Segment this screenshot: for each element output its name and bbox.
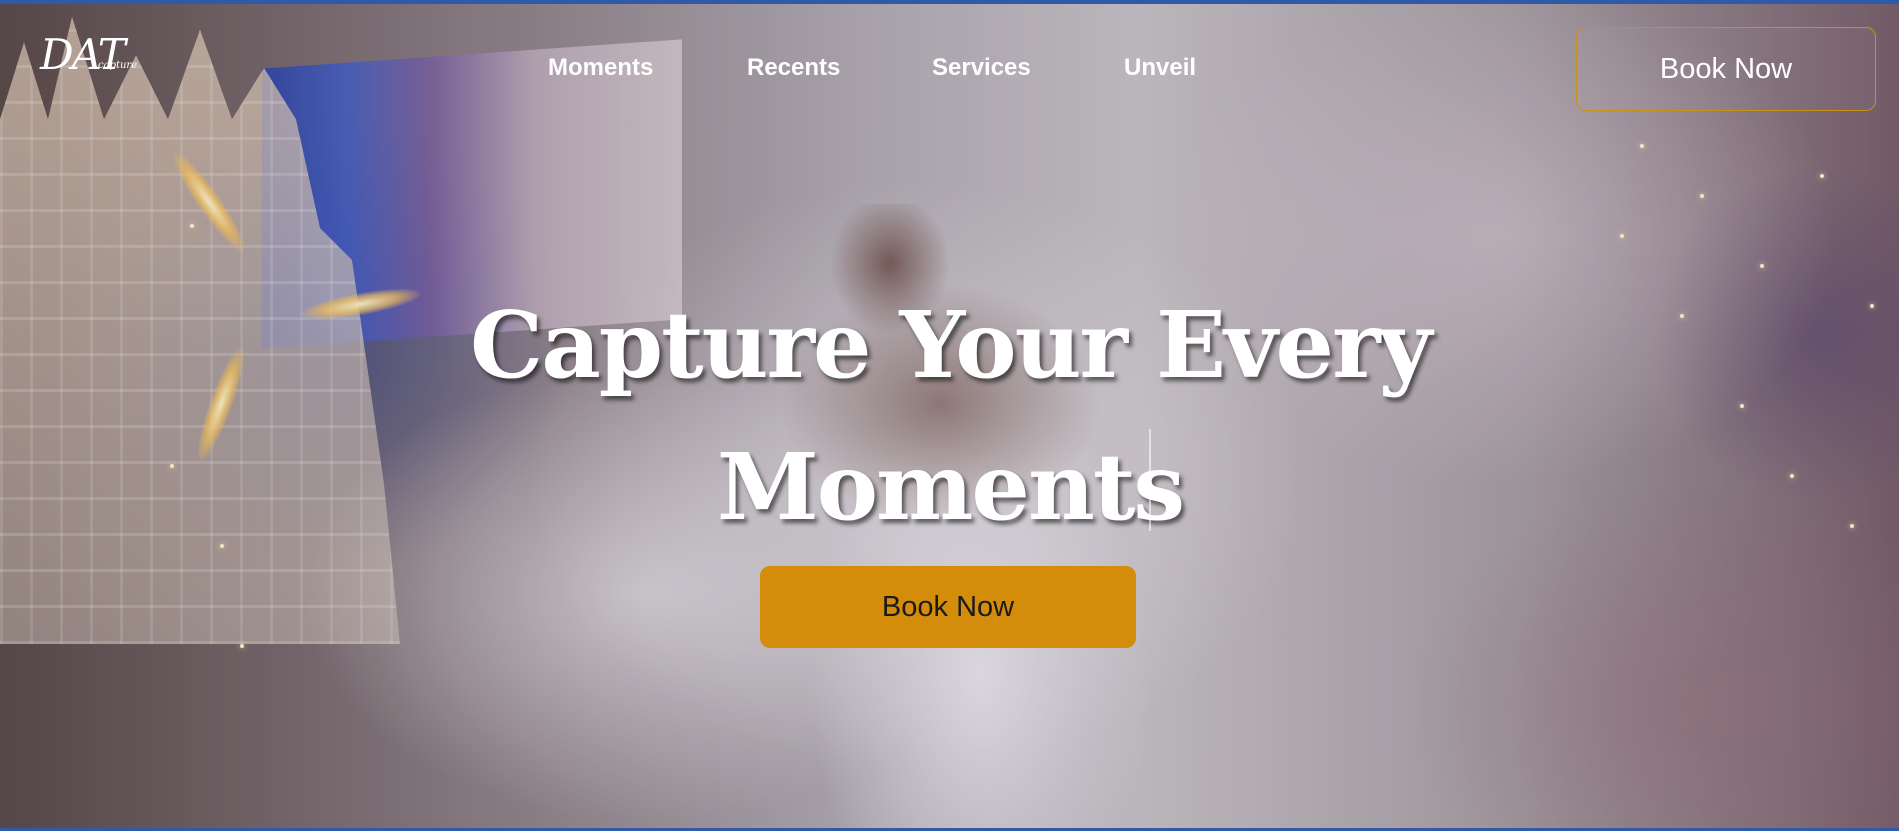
typing-caret [1149,429,1151,531]
nav-link-services[interactable]: Services [932,54,1031,82]
logo-wordmark: capture [98,60,138,71]
nav-link-recents[interactable]: Recents [747,54,840,82]
hero-headline: Capture Your Every Moments [430,274,1470,558]
logo-mark: DAT [40,30,126,79]
brand-logo[interactable]: DAT capture [18,30,168,94]
header-book-now-button[interactable]: Book Now [1576,27,1876,111]
nav-link-unveil[interactable]: Unveil [1124,54,1196,82]
hero-section: DAT capture Moments Recents Services Unv… [0,0,1899,831]
hero-headline-line2: Moments [716,433,1185,541]
nav-link-moments[interactable]: Moments [548,54,653,82]
hero-headline-line1: Capture Your Every [469,291,1432,399]
hero-book-now-button[interactable]: Book Now [760,566,1136,648]
